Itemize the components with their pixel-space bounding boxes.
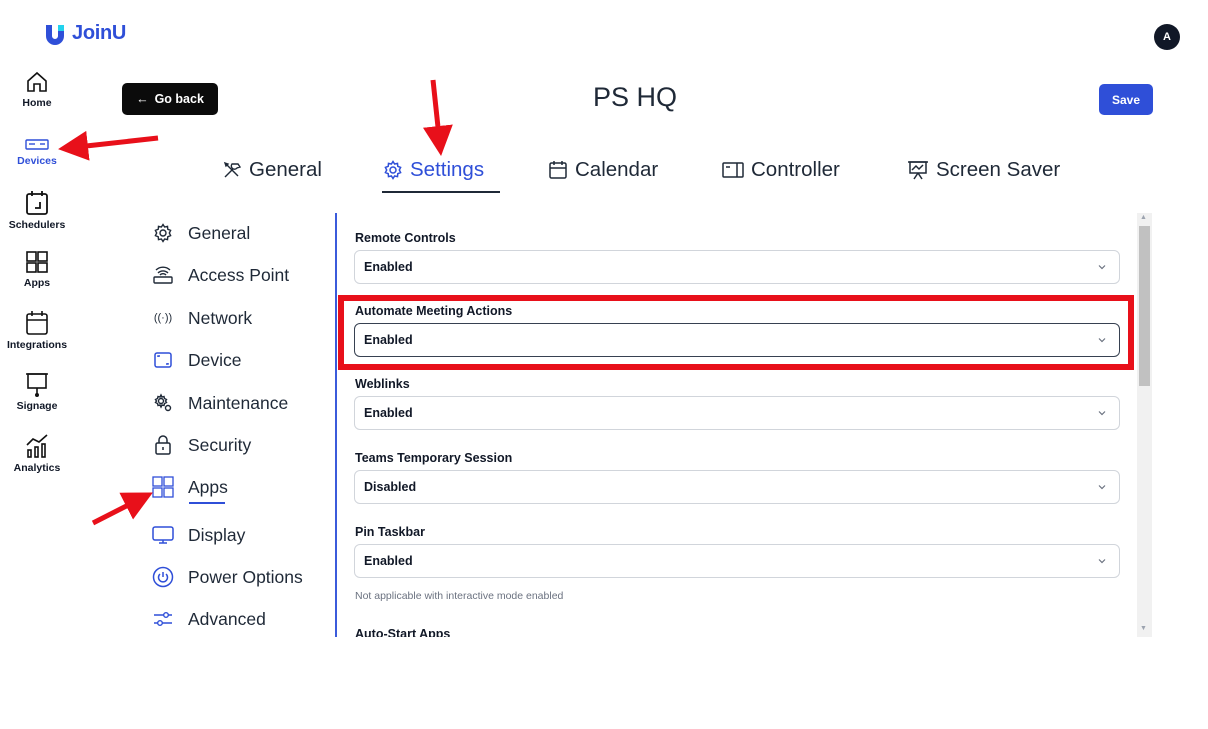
arrow-to-settings-tab [422, 79, 453, 156]
arrow-to-devices [58, 130, 159, 161]
annotation-arrows [58, 79, 453, 526]
arrow-to-apps [91, 492, 153, 526]
